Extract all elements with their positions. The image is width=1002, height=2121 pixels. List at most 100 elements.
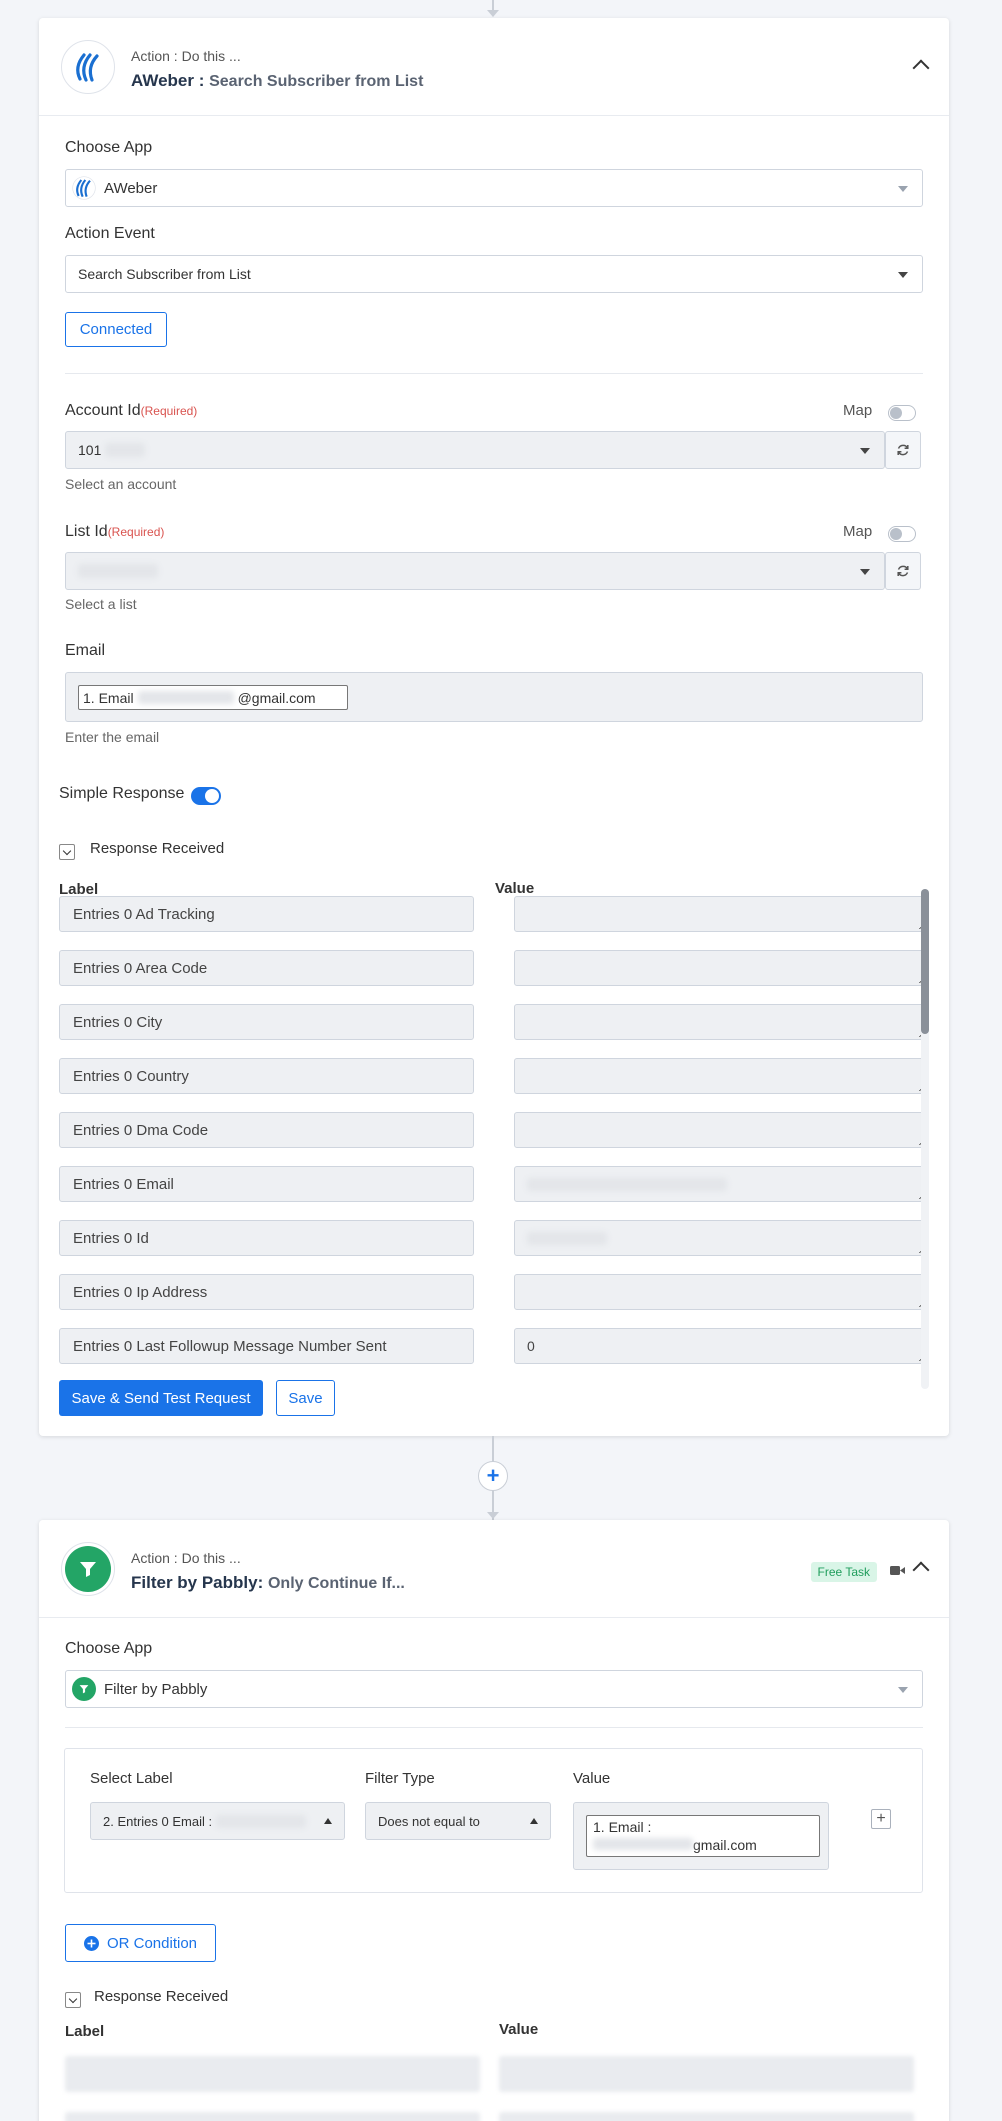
video-icon[interactable]	[890, 1565, 905, 1576]
response-received-toggle-icon[interactable]	[59, 844, 75, 860]
save-send-test-button[interactable]: Save & Send Test Request	[59, 1380, 263, 1416]
response-value-field[interactable]	[514, 1274, 929, 1310]
email-hint: Enter the email	[65, 729, 160, 745]
response-received-label: Response Received	[90, 840, 225, 857]
free-task-badge: Free Task	[810, 1562, 877, 1582]
action-event-select[interactable]: Search Subscriber from List	[65, 255, 923, 293]
scrollbar-thumb[interactable]	[921, 889, 929, 1034]
dropdown-caret-icon	[898, 186, 908, 192]
response-label-field[interactable]: Entries 0 Area Code	[59, 950, 474, 986]
card-header[interactable]: Action : Do this ... AWeber : Search Sub…	[39, 18, 949, 116]
response-label-field[interactable]: Entries 0 Last Followup Message Number S…	[59, 1328, 474, 1364]
response-label-field[interactable]: Entries 0 City	[59, 1004, 474, 1040]
table-row: Entries 0 Id	[59, 1220, 929, 1258]
list-id-label: List Id(Required)	[65, 523, 164, 541]
card-header[interactable]: Action : Do this ... Filter by Pabbly: O…	[39, 1520, 949, 1618]
blurred-response-label	[65, 2112, 480, 2121]
simple-response-toggle[interactable]	[191, 787, 221, 805]
blurred-response-value	[499, 2112, 914, 2121]
response-label-field[interactable]: Entries 0 Ad Tracking	[59, 896, 474, 932]
value-column-header: Value	[495, 880, 535, 897]
filter-type-dropdown[interactable]: Does not equal to	[365, 1802, 551, 1840]
map-toggle[interactable]	[888, 526, 916, 542]
redacted-text	[216, 1814, 307, 1828]
response-value-field[interactable]	[514, 896, 929, 932]
blurred-response-label	[65, 2056, 480, 2092]
redacted-text	[105, 443, 146, 457]
filter-condition-box: Select Label Filter Type Value 2. Entrie…	[64, 1748, 923, 1893]
collapse-chevron-icon[interactable]	[912, 59, 930, 77]
dropdown-caret-icon	[530, 1818, 538, 1824]
aweber-logo-icon	[61, 40, 115, 94]
top-connector-arrow	[487, 10, 499, 17]
email-chip-suffix: @gmail.com	[237, 689, 316, 706]
action-title: Filter by Pabbly: Only Continue If...	[131, 1573, 405, 1593]
account-id-select[interactable]: 101	[65, 431, 885, 469]
required-marker: (Required)	[107, 525, 165, 539]
event-name: Only Continue If...	[267, 1575, 405, 1592]
redacted-text	[527, 1177, 727, 1191]
response-value-field[interactable]	[514, 1058, 929, 1094]
value-chip-line2: gmail.com	[593, 1836, 813, 1854]
response-value-field[interactable]	[514, 1004, 929, 1040]
value-field[interactable]: 1. Email : gmail.com	[573, 1802, 829, 1870]
response-value-field[interactable]	[514, 1112, 929, 1148]
account-id-hint: Select an account	[65, 476, 177, 492]
filter-logo	[61, 1542, 115, 1596]
value-chip-suffix: gmail.com	[693, 1837, 757, 1853]
list-id-select[interactable]	[65, 552, 885, 590]
map-label: Map	[843, 523, 873, 540]
response-value-field[interactable]	[514, 1166, 929, 1202]
choose-app-label: Choose App	[65, 139, 153, 156]
response-scrollbar[interactable]	[921, 889, 929, 1389]
filter-action-card: Action : Do this ... Filter by Pabbly: O…	[39, 1520, 949, 2121]
refresh-button[interactable]	[885, 431, 921, 469]
choose-app-select[interactable]: AWeber	[65, 169, 923, 207]
dropdown-caret-icon	[898, 1687, 908, 1693]
refresh-button[interactable]	[885, 552, 921, 590]
simple-response-label: Simple Response	[59, 785, 185, 802]
response-value-field[interactable]: 0	[514, 1328, 929, 1364]
or-condition-button[interactable]: OR Condition	[65, 1924, 216, 1962]
aweber-small-icon	[72, 176, 96, 200]
add-condition-button[interactable]: +	[871, 1809, 891, 1829]
add-step-button[interactable]: +	[478, 1461, 508, 1491]
collapse-chevron-icon[interactable]	[912, 1561, 930, 1579]
response-list: Entries 0 Ad Tracking Entries 0 Area Code…	[59, 896, 929, 1388]
app-name: Filter by Pabbly:	[131, 1573, 264, 1592]
response-label-field[interactable]: Entries 0 Id	[59, 1220, 474, 1256]
select-label-value: 2. Entries 0 Email :	[103, 1813, 213, 1829]
redacted-text	[527, 1231, 607, 1245]
map-toggle[interactable]	[888, 405, 916, 421]
response-received-toggle-icon[interactable]	[65, 1992, 81, 2008]
response-label-field[interactable]: Entries 0 Dma Code	[59, 1112, 474, 1148]
select-label-header: Select Label	[90, 1770, 173, 1787]
dropdown-caret-icon	[898, 272, 908, 278]
select-label-dropdown[interactable]: 2. Entries 0 Email :	[90, 1802, 345, 1840]
table-row: Entries 0 Country	[59, 1058, 929, 1096]
table-row: Entries 0 Area Code	[59, 950, 929, 988]
choose-app-select[interactable]: Filter by Pabbly	[65, 1670, 923, 1708]
connected-button[interactable]: Connected	[65, 312, 167, 347]
save-button[interactable]: Save	[276, 1380, 335, 1416]
email-chip-prefix: 1. Email	[83, 689, 134, 706]
value-chip[interactable]: 1. Email : gmail.com	[586, 1815, 820, 1857]
plus-circle-icon	[83, 1935, 99, 1951]
choose-app-value: Filter by Pabbly	[104, 1680, 208, 1698]
response-label-field[interactable]: Entries 0 Ip Address	[59, 1274, 474, 1310]
response-value-field[interactable]	[514, 1220, 929, 1256]
action-subtitle: Action : Do this ...	[131, 1550, 241, 1566]
response-label-field[interactable]: Entries 0 Country	[59, 1058, 474, 1094]
email-field[interactable]: 1. Email @gmail.com	[65, 672, 923, 722]
account-id-label: Account Id(Required)	[65, 402, 197, 420]
or-condition-label: OR Condition	[106, 1934, 198, 1952]
response-label-field[interactable]: Entries 0 Email	[59, 1166, 474, 1202]
response-value-field[interactable]	[514, 950, 929, 986]
section-divider	[65, 373, 923, 374]
value-column-header: Value	[499, 2021, 539, 2038]
email-label: Email	[65, 642, 106, 659]
value-header: Value	[573, 1770, 611, 1787]
email-chip[interactable]: 1. Email @gmail.com	[78, 685, 348, 710]
section-divider	[65, 1727, 923, 1728]
response-received-label: Response Received	[94, 1988, 229, 2005]
